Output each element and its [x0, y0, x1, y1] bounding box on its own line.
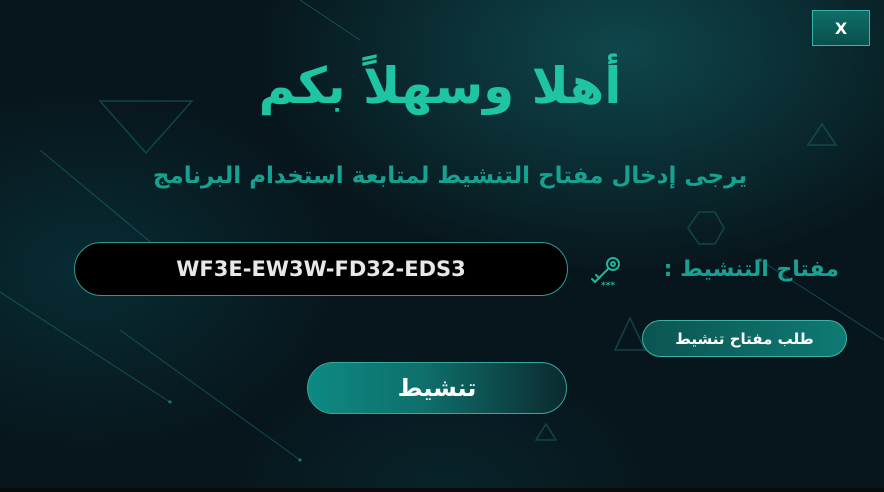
activation-key-input[interactable]: [74, 242, 568, 296]
svg-text:***: ***: [601, 281, 615, 290]
close-button[interactable]: X: [812, 10, 870, 46]
hexagon-decoration: [687, 211, 725, 245]
request-key-button[interactable]: طلب مفتاح تنشيط: [642, 320, 847, 357]
triangle-decoration: [806, 122, 838, 146]
triangle-decoration: [613, 316, 647, 351]
page-title: أهلا وسهلاً بكم: [258, 57, 622, 115]
triangle-decoration: [98, 100, 194, 155]
bottom-border: [0, 488, 884, 492]
key-icon: ***: [591, 257, 620, 290]
activation-key-label: مفتاح التنشيط :: [663, 257, 839, 282]
triangle-decoration: [534, 422, 558, 441]
activate-button[interactable]: تنشيط: [307, 362, 567, 414]
page-subtitle: يرجى إدخال مفتاح التنشيط لمتابعة استخدام…: [152, 163, 748, 189]
